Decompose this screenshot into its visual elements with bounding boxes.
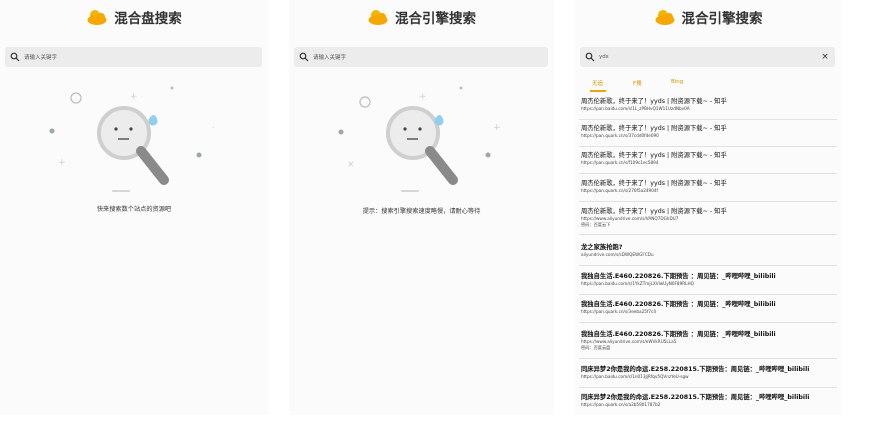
engine-tabs: 无追 F搜 Bing [575, 79, 841, 93]
cloud-logo-icon [655, 10, 674, 25]
list-item[interactable]: 周杰伦新歌，终于来了！yyds | 附资源下载~ - 知乎 https://ww… [579, 206, 837, 235]
search-icon [10, 52, 20, 62]
search-placeholder: 请输入关键字 [24, 55, 58, 61]
result-title: 周杰伦新歌，终于来了！yyds | 附资源下载~ - 知乎 [581, 180, 727, 187]
search-icon [585, 52, 595, 62]
result-url: aliyundrive.com/s/sDWQEWGFCDu [581, 252, 654, 257]
page-title: 混合引擎搜索 [681, 11, 763, 27]
hint-text: 快来搜索数个站点的资源吧 [96, 206, 172, 213]
list-item[interactable]: 周杰伦新歌，终于来了！yyds | 附资源下载~ - 知乎 https://pa… [579, 123, 837, 147]
result-url: https://pan.quark.cn/s/276f5a24904f [581, 188, 659, 193]
app-header: 混合引擎搜索 [575, 6, 841, 28]
result-title: 同床异梦2你是我的命运.E258.220815.下期预告：周见链：_哔哩哔哩_b… [581, 366, 810, 373]
result-title: 同床异梦2你是我的命运.E258.220815.下期预告：周见链：_哔哩哔哩_b… [581, 394, 810, 401]
result-title: 我独自生活.E460.220826.下期预告 ：周见链：_哔哩哔哩_bilibi… [581, 301, 776, 308]
list-item[interactable]: 周杰伦新歌，终于来了！yyds | 附资源下载~ - 知乎 https://pa… [579, 96, 837, 120]
search-input[interactable]: 请输入关键字 [5, 47, 262, 67]
tab-bing[interactable]: Bing [671, 79, 683, 85]
result-url: https://pan.quark.cn/s/37cdd0fde090 [581, 133, 659, 138]
result-url: https://pan.quark.cn/s/a2b5901787b2 [581, 402, 661, 407]
result-url: https://www.aliyundrive.com/s/eWVkRU5LLa… [581, 339, 677, 344]
result-password: 密码：百度云下 [581, 222, 611, 227]
list-item[interactable]: 周杰伦新歌，终于来了！yyds | 附资源下载~ - 知乎 https://pa… [579, 150, 837, 174]
empty-search-illustration-icon: + + + [49, 86, 214, 192]
list-item[interactable]: 同床异梦2你是我的命运.E258.220815.下期预告：周见链：_哔哩哔哩_b… [579, 392, 837, 412]
list-item[interactable]: 我独自生活.E460.220826.下期预告 ：周见链：_哔哩哔哩_bilibi… [579, 271, 837, 295]
result-url: https://pan.quark.cn/s/3eeba25f7c4 [581, 309, 657, 314]
panel-engine-search-empty: 混合引擎搜索 请输入关键字 + × + 提示：搜索引擎搜索速度略慢，请耐心等待 [289, 0, 554, 415]
result-title: 周杰伦新歌，终于来了！yyds | 附资源下载~ - 知乎 [581, 125, 727, 132]
result-password: 密码：百度云盘 [581, 345, 611, 350]
result-url: https://pan.baidu.com/s/1n013JjRfqv5QVnz… [581, 374, 689, 379]
svg-text:×: × [347, 160, 355, 170]
app-header: 混合引擎搜索 [289, 6, 554, 28]
svg-text:+: + [212, 123, 214, 133]
search-placeholder: 请输入关键字 [313, 55, 347, 61]
result-title: 龙之家族抢跑? [581, 244, 623, 251]
hint-text: 提示：搜索引擎搜索速度略慢，请耐心等待 [362, 208, 481, 215]
list-item[interactable]: 龙之家族抢跑? aliyundrive.com/s/sDWQEWGFCDu [579, 242, 837, 266]
list-item[interactable]: 周杰伦新歌，终于来了！yyds | 附资源下载~ - 知乎 https://pa… [579, 178, 837, 202]
svg-text:+: + [58, 158, 66, 168]
result-url: https://www.aliyundrive.com/s/VANQ7DGhDU… [581, 216, 679, 221]
result-title: 周杰伦新歌，终于来了！yyds | 附资源下载~ - 知乎 [581, 152, 727, 159]
search-input[interactable]: yds × [580, 47, 835, 67]
result-url: https://pan.baidu.com/s/1L_zPBHvQ1W11Uzd… [581, 106, 690, 111]
cloud-logo-icon [87, 10, 107, 25]
svg-text:+: + [130, 92, 138, 102]
result-title: 周杰伦新歌，终于来了！yyds | 附资源下载~ - 知乎 [581, 208, 727, 215]
result-url: https://pan.quark.cn/s/f109c1ec5894 [581, 160, 659, 165]
result-title: 我独自生活.E460.220826.下期预告 ：周见链：_哔哩哔哩_bilibi… [581, 273, 776, 280]
page-title: 混合盘搜索 [114, 11, 182, 27]
result-title: 我独自生活.E460.220826.下期预告 ：周见链：_哔哩哔哩_bilibi… [581, 331, 776, 338]
panel-disk-search: 混合盘搜索 请输入关键字 + + + 快来搜索数个站点的资源吧 [0, 0, 268, 415]
active-tab-indicator [590, 90, 606, 92]
app-header: 混合盘搜索 [0, 6, 268, 28]
svg-text:+: + [419, 92, 427, 102]
search-value: yds [599, 54, 609, 60]
cloud-logo-icon [368, 10, 388, 25]
clear-icon[interactable]: × [820, 51, 830, 63]
tab-fsou[interactable]: F搜 [633, 79, 642, 87]
svg-text:+: + [493, 123, 501, 133]
result-title: 周杰伦新歌，终于来了！yyds | 附资源下载~ - 知乎 [581, 98, 727, 105]
search-icon [299, 52, 309, 62]
panel-engine-search-results: 混合引擎搜索 yds × 无追 F搜 Bing 周杰伦新歌，终于来了！yyds … [575, 0, 841, 415]
list-item[interactable]: 我独自生活.E460.220826.下期预告 ：周见链：_哔哩哔哩_bilibi… [579, 299, 837, 323]
list-item[interactable]: 同床异梦2你是我的命运.E258.220815.下期预告：周见链：_哔哩哔哩_b… [579, 364, 837, 388]
result-url: https://pan.baidu.com/s/1YkZTmjLXVlwUyN0… [581, 281, 694, 286]
list-item[interactable]: 我独自生活.E460.220826.下期预告 ：周见链：_哔哩哔哩_bilibi… [579, 329, 837, 359]
page-title: 混合引擎搜索 [395, 11, 476, 27]
empty-search-illustration-icon: + × + [338, 86, 501, 192]
search-input[interactable]: 请输入关键字 [294, 47, 548, 67]
tab-wuzhui[interactable]: 无追 [592, 79, 603, 87]
